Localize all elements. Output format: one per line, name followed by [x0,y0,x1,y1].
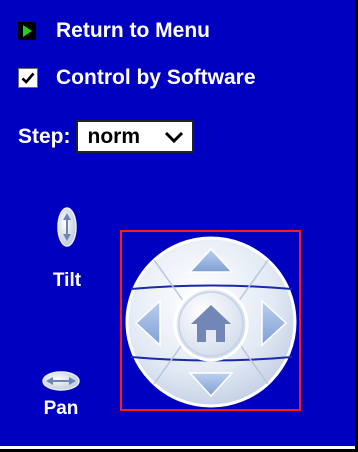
camera-control-panel: Return to Menu Control by Software Step:… [0,0,355,449]
chevron-down-icon [164,131,183,143]
pan-tilt-pad [125,236,297,408]
checkmark-icon [21,72,35,84]
step-select-value: norm [87,124,141,148]
panel-bottom-edge [0,446,355,449]
control-by-software-checkbox[interactable] [18,68,38,88]
step-label: Step: [18,124,71,148]
control-by-software-label: Control by Software [56,66,256,89]
pan-tilt-pad-frame [120,230,301,411]
return-to-menu-link[interactable]: Return to Menu [18,19,210,43]
control-by-software-option[interactable]: Control by Software [18,66,256,90]
home-position-button[interactable] [173,286,249,362]
pan-horizontal-arrows-icon[interactable] [42,370,80,392]
tilt-vertical-arrows-icon[interactable] [54,205,80,267]
step-select[interactable]: norm [75,120,194,153]
return-to-menu-label: Return to Menu [56,19,210,42]
step-control: Step: norm [18,120,194,153]
pan-label: Pan [43,398,79,419]
green-play-bullet-icon [18,22,36,40]
tilt-label: Tilt [52,270,82,291]
